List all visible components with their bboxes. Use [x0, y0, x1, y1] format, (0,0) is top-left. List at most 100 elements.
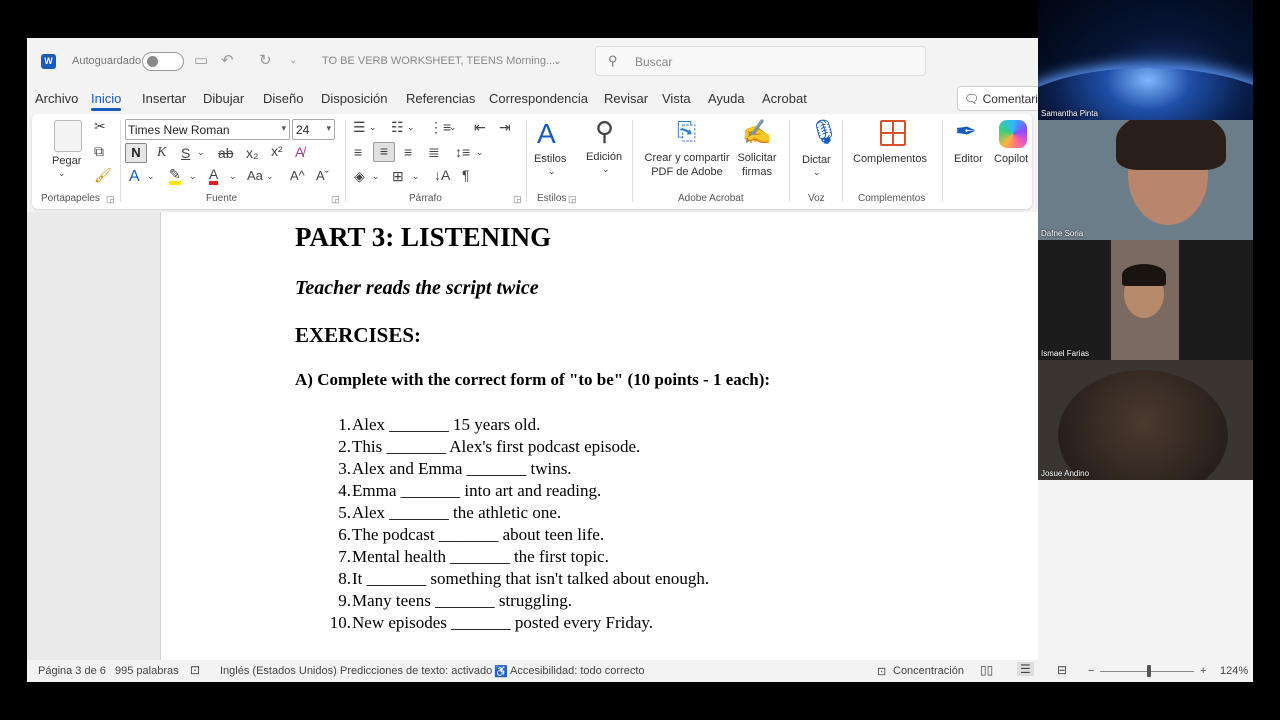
editor-icon[interactable]: ✒ — [955, 116, 977, 147]
copilot-icon[interactable] — [999, 120, 1027, 148]
change-case-icon[interactable]: Aa — [247, 168, 263, 183]
focus-mode[interactable]: Concentración — [893, 665, 964, 677]
shrink-font-icon[interactable]: Aˇ — [316, 168, 329, 183]
highlight-icon[interactable]: ✎ — [169, 167, 181, 185]
align-center-icon[interactable]: ≡ — [373, 142, 395, 162]
increase-indent-icon[interactable]: ⇥ — [499, 119, 511, 136]
chevron-down-icon[interactable]: ⌄ — [553, 54, 562, 67]
font-name-select[interactable]: Times New Roman ▾ — [125, 119, 290, 140]
multilevel-list-icon[interactable]: ⋮≡ — [429, 119, 451, 136]
sort-icon[interactable]: ↓A — [434, 167, 450, 183]
underline-button[interactable]: S — [181, 145, 190, 161]
document-title[interactable]: TO BE VERB WORKSHEET, TEENS Morning.... — [322, 55, 558, 67]
paste-chevron-icon[interactable]: ⌄ — [58, 168, 66, 179]
tab-ayuda[interactable]: Ayuda — [708, 91, 745, 106]
chevron-down-icon[interactable]: ⌄ — [147, 171, 155, 182]
request-signatures-icon[interactable]: ✍ — [742, 118, 772, 147]
tab-acrobat[interactable]: Acrobat — [762, 91, 807, 106]
tab-inicio[interactable]: Inicio — [91, 91, 122, 111]
tab-correspondencia[interactable]: Correspondencia — [489, 91, 588, 106]
italic-button[interactable]: K — [157, 145, 166, 161]
proofing-icon[interactable]: ⊡ — [190, 663, 200, 677]
video-tile[interactable]: Dafne Soria — [1038, 120, 1253, 240]
redo-icon[interactable]: ↻ — [259, 51, 272, 69]
microphone-icon[interactable]: 🎙 — [809, 118, 839, 147]
chevron-down-icon[interactable]: ⌄ — [407, 122, 415, 133]
tab-vista[interactable]: Vista — [662, 91, 691, 106]
underline-chevron-icon[interactable]: ⌄ — [197, 147, 205, 158]
chevron-down-icon[interactable]: ⌄ — [229, 171, 237, 182]
superscript-button[interactable]: x² — [271, 143, 283, 159]
chevron-down-icon[interactable]: ⌄ — [189, 171, 197, 182]
zoom-in-icon[interactable]: + — [1200, 665, 1206, 677]
video-tile[interactable]: Josue Andino — [1038, 360, 1253, 480]
comment-button[interactable]: 🗨 Comentario — [957, 86, 1038, 111]
paragraph-launcher-icon[interactable]: ◲ — [513, 194, 522, 205]
chevron-down-icon[interactable]: ⌄ — [412, 171, 420, 182]
tab-insertar[interactable]: Insertar — [142, 91, 186, 106]
focus-icon[interactable]: ⊡ — [877, 665, 886, 678]
grow-font-icon[interactable]: A^ — [290, 168, 305, 183]
read-mode-icon[interactable]: ▯▯ — [980, 663, 993, 677]
strikethrough-button[interactable]: ab — [218, 145, 234, 161]
document-area[interactable]: PART 3: LISTENING Teacher reads the scri… — [27, 212, 1038, 660]
subscript-button[interactable]: x₂ — [246, 145, 258, 161]
save-icon[interactable]: ▭ — [194, 51, 208, 69]
font-color-icon[interactable]: A — [209, 167, 219, 185]
customize-toolbar-icon[interactable]: ⌄ — [289, 55, 297, 66]
tab-disposicion[interactable]: Disposición — [321, 91, 387, 106]
show-formatting-icon[interactable]: ¶ — [462, 167, 470, 183]
word-count[interactable]: 995 palabras — [115, 665, 179, 677]
acrobat-create-label[interactable]: Crear y compartir PDF de Adobe — [640, 151, 734, 179]
styles-launcher-icon[interactable]: ◲ — [568, 194, 577, 205]
zoom-out-icon[interactable]: − — [1088, 665, 1094, 677]
print-layout-icon[interactable]: ☰ — [1017, 662, 1034, 676]
zoom-level[interactable]: 124% — [1220, 665, 1248, 677]
bullets-icon[interactable]: ☰ — [353, 119, 366, 136]
addins-label[interactable]: Complementos — [853, 152, 927, 166]
decrease-indent-icon[interactable]: ⇤ — [474, 119, 486, 136]
font-launcher-icon[interactable]: ◲ — [331, 194, 340, 205]
document-page[interactable]: PART 3: LISTENING Teacher reads the scri… — [160, 212, 1038, 660]
format-painter-icon[interactable]: 🖌 — [94, 167, 112, 184]
find-icon[interactable]: ⚲ — [595, 116, 614, 147]
numbering-icon[interactable]: ☷ — [391, 119, 404, 136]
copilot-label[interactable]: Copilot — [994, 152, 1028, 166]
font-size-select[interactable]: 24 ▾ — [292, 119, 335, 140]
language-indicator[interactable]: Inglés (Estados Unidos) — [220, 665, 337, 677]
acrobat-sign-label[interactable]: Solicitar firmas — [732, 151, 782, 179]
align-right-icon[interactable]: ≡ — [404, 144, 412, 160]
text-effects-icon[interactable]: A — [129, 168, 140, 186]
paste-label[interactable]: Pegar — [52, 154, 81, 168]
chevron-down-icon[interactable]: ⌄ — [266, 171, 274, 182]
video-tile[interactable]: Ismael Farias — [1038, 240, 1253, 360]
borders-icon[interactable]: ⊞ — [392, 168, 404, 185]
clipboard-launcher-icon[interactable]: ◲ — [106, 194, 115, 205]
editor-label[interactable]: Editor — [954, 152, 983, 166]
paste-icon[interactable] — [54, 120, 82, 152]
cut-icon[interactable]: ✂ — [94, 118, 106, 135]
clear-formatting-icon[interactable]: A̸ — [295, 144, 304, 160]
accessibility-status[interactable]: Accesibilidad: todo correcto — [510, 665, 645, 677]
zoom-slider-thumb[interactable] — [1147, 665, 1151, 677]
tab-dibujar[interactable]: Dibujar — [203, 91, 244, 106]
line-spacing-icon[interactable]: ↕≡ — [455, 144, 470, 160]
chevron-down-icon[interactable]: ⌄ — [369, 122, 377, 133]
create-pdf-icon[interactable]: ⎘ — [677, 118, 696, 146]
bold-button[interactable]: N — [125, 143, 147, 163]
web-layout-icon[interactable]: ⊟ — [1057, 663, 1067, 677]
shading-icon[interactable]: ◈ — [354, 168, 365, 185]
chevron-down-icon[interactable]: ⌄ — [813, 167, 821, 178]
tab-referencias[interactable]: Referencias — [406, 91, 475, 106]
editing-label[interactable]: Edición — [586, 150, 622, 164]
chevron-down-icon[interactable]: ⌄ — [372, 171, 380, 182]
video-tile[interactable]: Samantha Pinta — [1038, 0, 1253, 120]
accessibility-icon[interactable]: ♿ — [494, 665, 508, 678]
tab-revisar[interactable]: Revisar — [604, 91, 648, 106]
chevron-down-icon[interactable]: ⌄ — [476, 147, 484, 158]
tab-archivo[interactable]: Archivo — [35, 91, 78, 106]
addins-icon[interactable] — [880, 120, 906, 146]
chevron-down-icon[interactable]: ⌄ — [449, 122, 457, 133]
styles-icon[interactable]: A — [537, 118, 556, 150]
chevron-down-icon[interactable]: ⌄ — [548, 166, 556, 177]
